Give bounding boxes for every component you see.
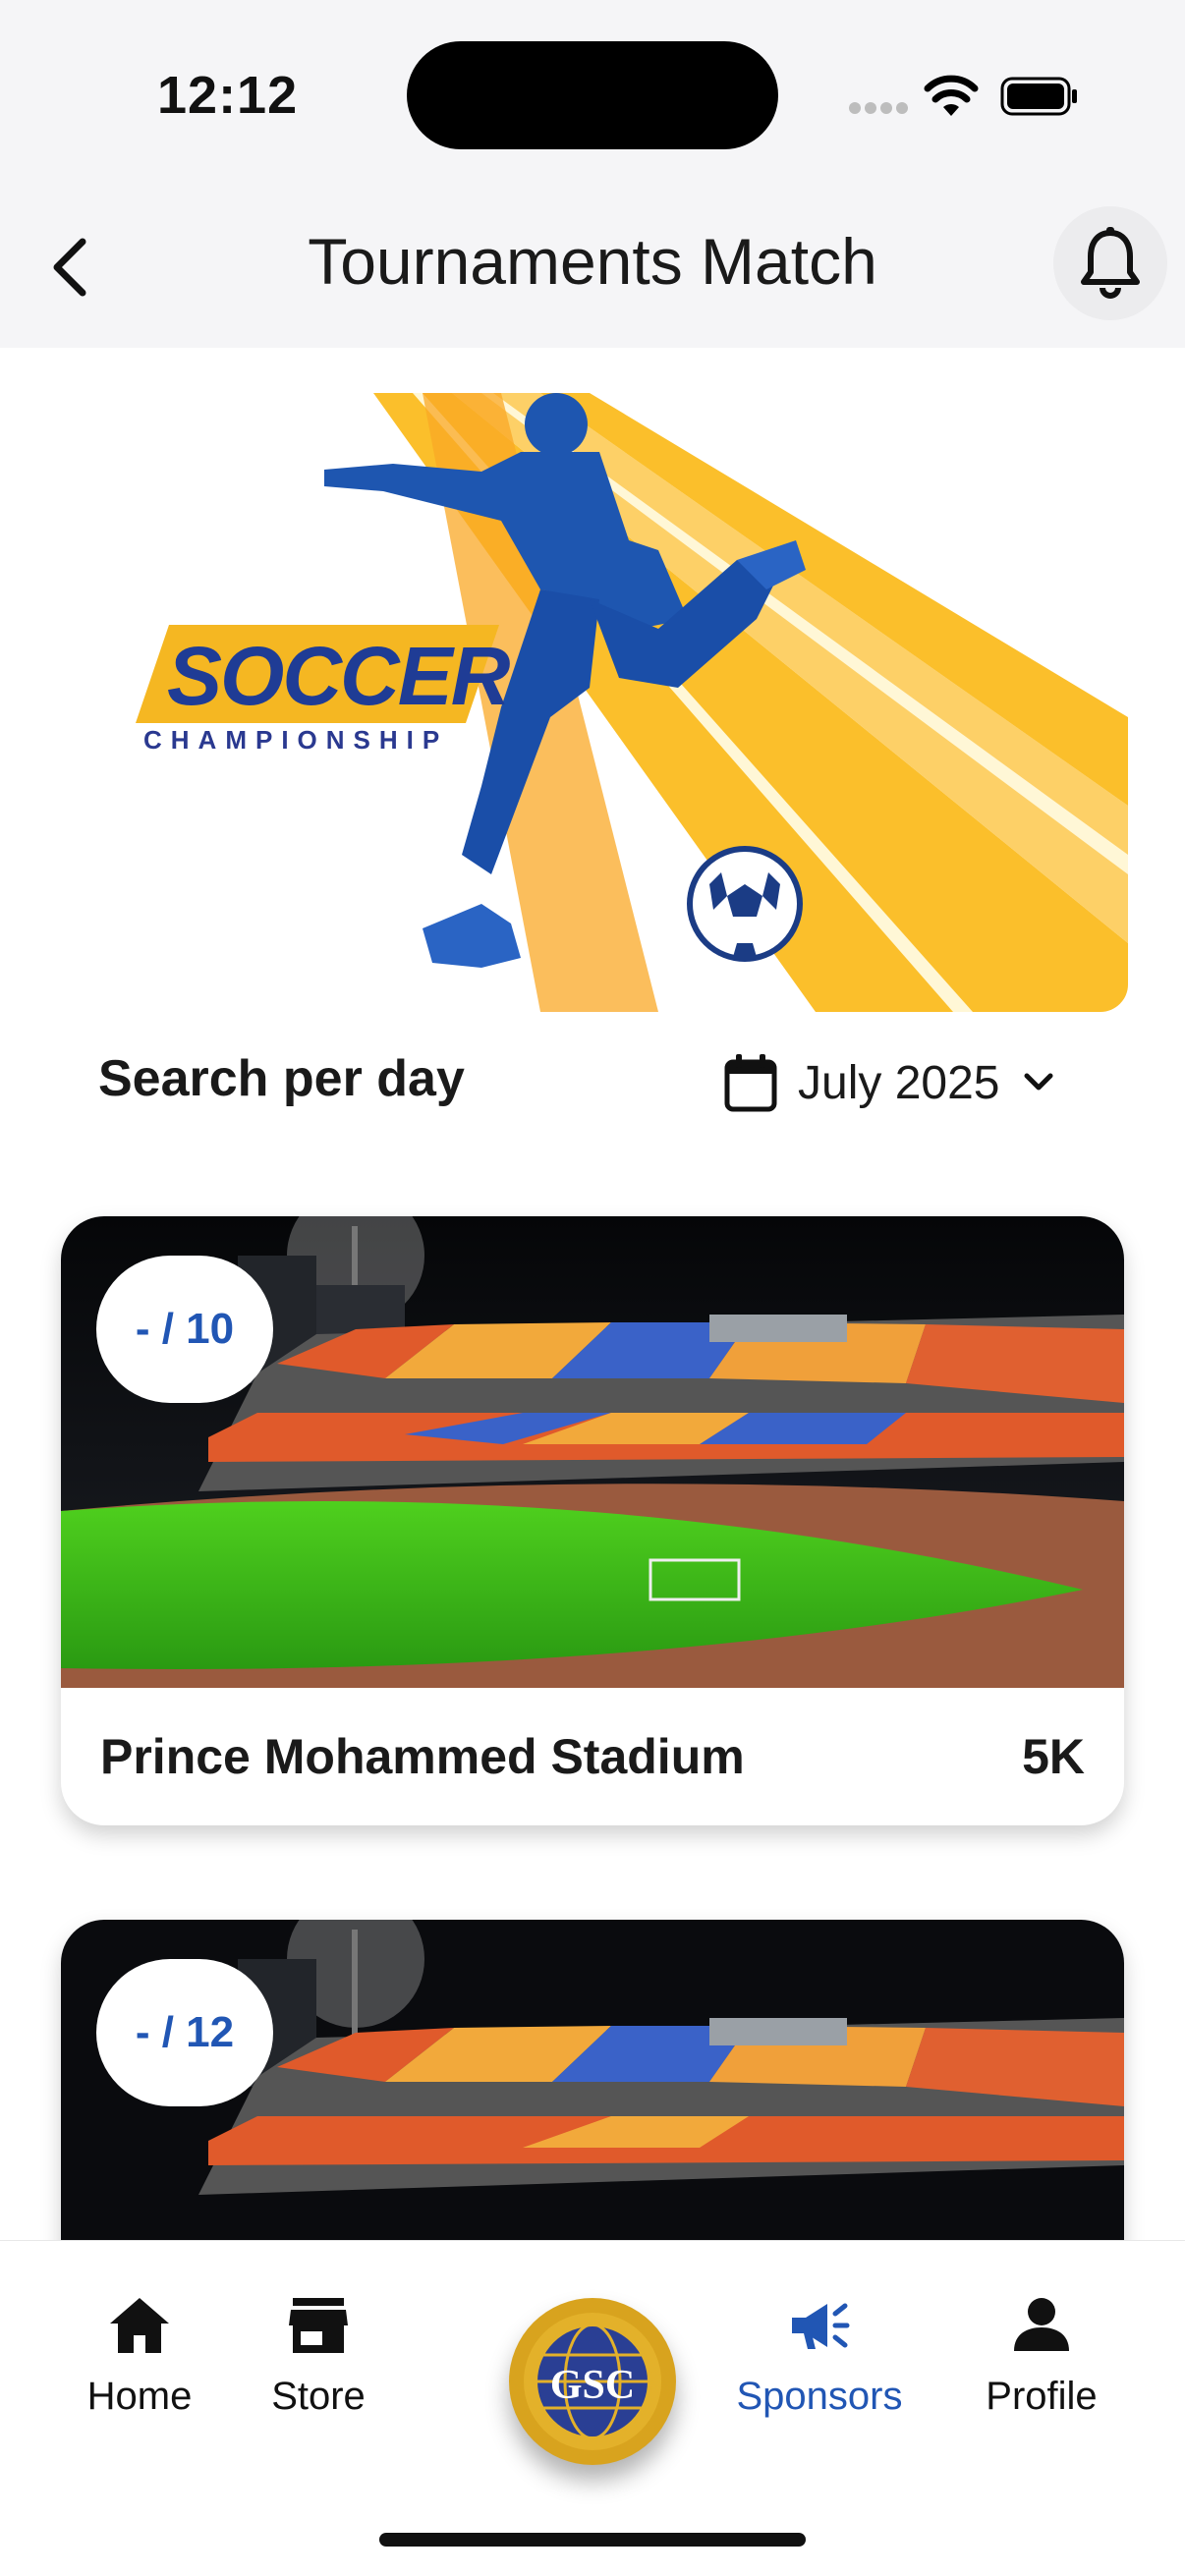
championship-banner: SOCCER CHAMPIONSHIP	[128, 393, 1128, 1012]
nav-profile-label: Profile	[986, 2375, 1098, 2418]
calendar-icon	[724, 1054, 777, 1112]
app-header: Tournaments Match	[0, 187, 1185, 348]
gsc-logo-icon: GSC	[524, 2313, 661, 2450]
nav-sponsors[interactable]: Sponsors	[721, 2290, 918, 2437]
stadium-capacity: 5K	[1022, 1729, 1085, 1784]
card-footer: Prince Mohammed Stadium 5K	[61, 1688, 1124, 1825]
person-icon	[1014, 2298, 1069, 2351]
home-icon	[110, 2298, 169, 2353]
nav-store-label: Store	[271, 2375, 366, 2418]
notifications-button[interactable]	[1053, 206, 1167, 320]
wifi-icon	[924, 75, 979, 116]
month-selector[interactable]: July 2025	[723, 1047, 1058, 1118]
store-icon	[289, 2298, 348, 2353]
status-time: 12:12	[157, 66, 299, 125]
chevron-down-icon	[1024, 1073, 1053, 1091]
stadium-name: Prince Mohammed Stadium	[100, 1729, 745, 1784]
status-bar: 12:12	[0, 0, 1185, 187]
search-per-day-label: Search per day	[98, 1050, 465, 1107]
nav-home-label: Home	[86, 2375, 193, 2418]
cellular-signal-icon	[849, 102, 908, 116]
home-indicator	[379, 2533, 806, 2547]
gsc-logo-button[interactable]: GSC	[509, 2298, 676, 2465]
nav-sponsors-label: Sponsors	[736, 2375, 903, 2418]
logo-subtext: CHAMPIONSHIP	[143, 725, 449, 755]
megaphone-icon	[792, 2303, 850, 2349]
logo-text: SOCCER	[167, 630, 510, 722]
selected-month: July 2025	[798, 1056, 1000, 1109]
match-card[interactable]: - / 10 Prince Mohammed Stadium 5K	[61, 1216, 1124, 1825]
bottom-navigation: Home Store GSC Sponsors Profile	[0, 2240, 1185, 2576]
dynamic-island	[407, 41, 778, 149]
nav-profile[interactable]: Profile	[943, 2290, 1140, 2437]
participants-count: - / 10	[96, 1256, 273, 1403]
nav-home[interactable]: Home	[41, 2290, 238, 2437]
participants-count: - / 12	[96, 1959, 273, 2106]
nav-store[interactable]: Store	[220, 2290, 417, 2437]
page-title: Tournaments Match	[308, 225, 877, 298]
bell-icon	[1081, 227, 1140, 299]
gsc-logo-text: GSC	[550, 2363, 635, 2408]
battery-icon	[1000, 77, 1077, 116]
